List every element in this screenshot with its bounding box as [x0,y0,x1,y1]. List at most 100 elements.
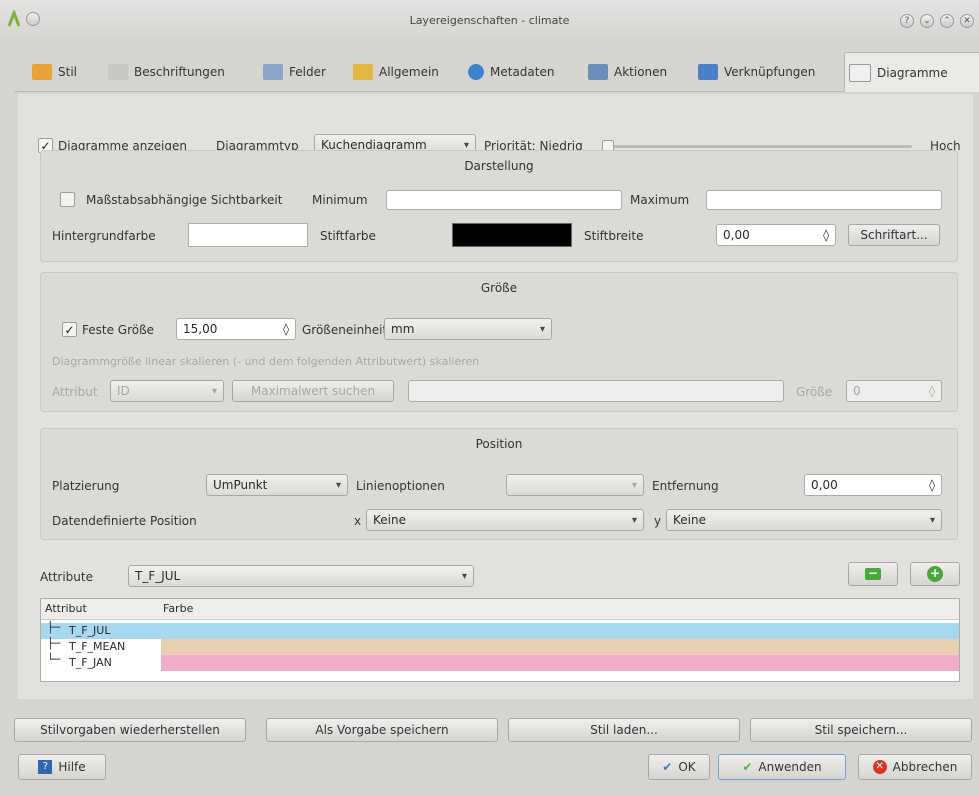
column-attribut: Attribut [45,602,87,615]
list-item[interactable]: ├─ T_F_JUL [41,621,959,639]
line-options-select[interactable]: ▾ [506,474,644,496]
tab-allgemein[interactable]: Allgemein [349,56,443,88]
fixed-size-checkbox[interactable]: ✓ [62,322,77,337]
pen-color-button[interactable] [452,223,572,247]
line-options-label: Linienoptionen [356,479,445,493]
add-attribute-button[interactable]: + [910,562,960,586]
size-unit-select[interactable]: mm ▾ [384,318,552,340]
pen-width-value: 0,00 [723,228,750,242]
scale-visibility-label: Maßstabsabhängige Sichtbarkeit [86,193,283,207]
y-position-select[interactable]: Keine ▾ [666,509,942,531]
spinner-icon: ◊ [929,478,935,492]
tab-aktionen[interactable]: Aktionen [584,56,671,88]
linear-scale-label: Diagrammgröße linear skalieren (- und de… [52,355,480,368]
fields-icon [263,64,283,80]
save-as-default-button[interactable]: Als Vorgabe speichern [266,718,498,742]
load-style-button[interactable]: Stil laden... [508,718,740,742]
distance-value: 0,00 [811,478,838,492]
tab-verknuepfungen[interactable]: Verknüpfungen [694,56,819,88]
maximum-input[interactable] [706,190,942,210]
find-max-button[interactable]: Maximalwert suchen [232,380,394,402]
attributes-label: Attribute [40,570,93,584]
scale-visibility-checkbox[interactable] [60,192,75,207]
pen-width-label: Stiftbreite [584,229,644,243]
x-position-select[interactable]: Keine ▾ [366,509,644,531]
ok-label: OK [678,760,696,774]
spinner-icon: ◊ [929,384,935,398]
list-header: Attribut Farbe [41,599,959,620]
apply-check-icon: ✔ [742,760,753,774]
fixed-size-spinbox[interactable]: 15,00 ◊ [176,318,296,340]
save-style-button[interactable]: Stil speichern... [750,718,972,742]
metadata-icon [468,64,484,80]
cancel-button[interactable]: ✕ Abbrechen [858,754,972,780]
help-title-icon[interactable]: ? [900,14,914,28]
tab-felder[interactable]: Felder [259,56,330,88]
column-farbe: Farbe [163,602,194,615]
chevron-down-icon: ▾ [463,139,469,151]
distance-spinbox[interactable]: 0,00 ◊ [804,474,942,496]
general-icon [353,64,373,80]
minimum-input[interactable] [386,190,622,210]
remove-attribute-button[interactable]: − [848,562,898,586]
attribute-color-swatch[interactable] [161,655,959,671]
restore-default-style-button[interactable]: Stilvorgaben wiederherstellen [14,718,246,742]
tab-label: Verknüpfungen [724,65,816,79]
list-item[interactable]: ├─ T_F_MEAN [41,637,959,655]
attribute-name: T_F_JUL [69,624,111,637]
chevron-down-icon: ▾ [631,479,637,491]
pen-width-spinbox[interactable]: 0,00 ◊ [716,224,836,246]
tab-beschriftungen[interactable]: Beschriftungen [104,56,229,88]
cancel-label: Abbrechen [892,760,958,774]
chevron-down-icon: ▾ [335,479,341,491]
plus-icon: + [927,566,943,582]
attribute-size-label: Attribut [52,385,98,399]
tree-branch: └─ [47,653,61,666]
background-color-button[interactable] [188,223,308,247]
actions-icon [588,64,608,80]
tree-branch: ├─ [47,637,61,650]
minimum-label: Minimum [312,193,368,207]
group-title: Position [475,437,523,451]
placement-select[interactable]: UmPunkt ▾ [206,474,348,496]
maximize-icon[interactable]: ⌃ [940,14,954,28]
pen-color-label: Stiftfarbe [320,229,376,243]
tab-label: Aktionen [614,65,668,79]
tab-label: Diagramme [877,65,948,80]
apply-label: Anwenden [758,760,822,774]
tab-label: Metadaten [490,65,555,79]
fixed-size-value: 15,00 [183,322,218,336]
attributes-select[interactable]: T_F_JUL ▾ [128,565,474,587]
attribute-color-swatch[interactable] [161,623,959,639]
attribute-size-value: ID [117,384,130,398]
attribute-color-swatch[interactable] [161,639,959,655]
attribute-name: T_F_JAN [69,656,112,669]
apply-button[interactable]: ✔ Anwenden [718,754,846,780]
list-item[interactable]: └─ T_F_JAN [41,653,959,671]
size-label: Größe [796,385,833,399]
cancel-icon: ✕ [872,760,887,774]
fixed-size-label: Feste Größe [82,323,155,337]
close-icon[interactable]: ✕ [960,14,974,28]
spinner-icon: ◊ [283,322,289,336]
y-label: y [654,514,662,528]
ok-button[interactable]: ✔ OK [648,754,710,780]
size-spinbox[interactable]: 0 ◊ [846,380,942,402]
tab-metadaten[interactable]: Metadaten [464,56,558,88]
size-unit-value: mm [391,322,415,336]
placement-label: Platzierung [52,479,120,493]
chevron-down-icon: ▾ [631,514,637,526]
background-color-label: Hintergrundfarbe [52,229,156,243]
minimize-icon[interactable]: ⌄ [920,14,934,28]
attribute-name: T_F_MEAN [69,640,126,653]
max-value-input[interactable] [408,380,784,402]
font-button[interactable]: Schriftart... [848,224,940,246]
tab-stil[interactable]: Stil [28,56,81,88]
attribute-list[interactable]: Attribut Farbe ├─ T_F_JUL ├─ T_F_MEAN └─… [40,598,960,682]
help-button[interactable]: ? Hilfe [18,754,106,780]
tab-diagramme[interactable]: Diagramme [844,52,979,92]
tab-label: Allgemein [379,65,439,79]
attribute-size-select[interactable]: ID ▾ [110,380,224,402]
maximum-label: Maximum [630,193,690,207]
chevron-down-icon: ▾ [539,323,545,335]
